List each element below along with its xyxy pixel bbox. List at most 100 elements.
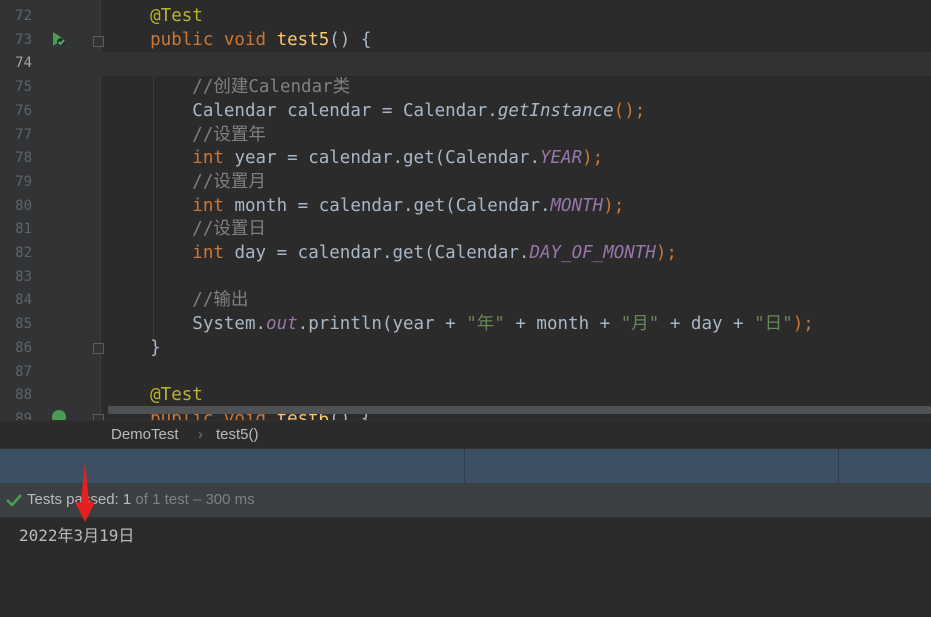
code-token: MONTH xyxy=(550,195,604,216)
code-token: ); xyxy=(792,314,814,335)
code-token: () { xyxy=(329,29,372,50)
code-line[interactable]: 80 int month = calendar.get(Calendar.MON… xyxy=(0,195,931,219)
code-token: System. xyxy=(108,314,267,335)
code-token: int xyxy=(108,148,235,169)
code-text: System.out.println(year + "年" + month + … xyxy=(108,313,814,337)
line-number: 82 xyxy=(15,245,32,261)
code-token: int xyxy=(108,243,235,263)
code-token: out xyxy=(266,314,298,335)
code-token: Calendar calendar = Calendar. xyxy=(108,100,498,121)
horizontal-scrollbar[interactable] xyxy=(108,406,931,414)
code-token: //输出 xyxy=(108,290,249,311)
console-output-text: 2022年3月19日 xyxy=(19,526,135,545)
code-token: + day + xyxy=(659,314,755,335)
line-number: 74 xyxy=(15,55,32,72)
line-number: 86 xyxy=(15,339,32,356)
code-text: public void test5() { xyxy=(108,29,371,53)
code-token: "年" xyxy=(466,314,505,335)
code-token: } xyxy=(108,337,161,358)
line-number: 78 xyxy=(15,150,32,167)
code-token: test5 xyxy=(276,29,330,50)
line-number: 80 xyxy=(15,197,32,214)
code-text: int day = calendar.get(Calendar.DAY_OF_M… xyxy=(108,242,677,266)
code-line[interactable]: 72 @Test xyxy=(0,5,931,29)
code-line[interactable]: 82 int day = calendar.get(Calendar.DAY_O… xyxy=(0,242,931,266)
code-token: ); xyxy=(603,195,625,216)
annotation-arrow-icon xyxy=(75,462,95,522)
run-test-icon-next[interactable] xyxy=(50,408,68,420)
code-token: YEAR xyxy=(539,148,583,169)
code-token: int xyxy=(108,195,235,216)
code-line[interactable]: 85 System.out.println(year + "年" + month… xyxy=(0,313,931,337)
code-text: int year = calendar.get(Calendar.YEAR); xyxy=(108,147,603,171)
run-test-icon[interactable] xyxy=(50,30,68,48)
code-token: public void xyxy=(108,29,277,50)
line-number: 88 xyxy=(15,387,32,404)
code-text: //设置月 xyxy=(108,171,266,195)
code-line[interactable]: 84 //输出 xyxy=(0,289,931,313)
run-toolbar xyxy=(0,448,931,483)
code-token: DAY_OF_MONTH xyxy=(529,243,656,263)
status-detail: of 1 test – 300 ms xyxy=(131,491,255,508)
code-text: @Test xyxy=(108,5,203,29)
fold-marker-open[interactable] xyxy=(93,36,104,47)
code-token: //设置年 xyxy=(108,124,266,145)
code-token: ); xyxy=(582,148,604,169)
code-text: } xyxy=(108,337,161,361)
code-line[interactable]: 81 //设置日 xyxy=(0,218,931,242)
line-number: 85 xyxy=(15,316,32,333)
line-number: 89 xyxy=(15,410,32,420)
code-token: @Test xyxy=(108,6,203,26)
code-line[interactable]: 74 xyxy=(0,52,931,77)
code-token: (); xyxy=(613,100,646,121)
code-line[interactable]: 73 public void test5() { xyxy=(0,29,931,53)
breadcrumb-method[interactable]: test5() xyxy=(216,426,259,443)
line-number: 72 xyxy=(15,8,32,24)
code-text: //输出 xyxy=(108,289,248,313)
line-number: 81 xyxy=(15,221,32,238)
code-token: .println(year + xyxy=(297,314,467,335)
code-text: //设置年 xyxy=(108,124,266,148)
code-token: day = calendar.get(Calendar. xyxy=(234,243,530,263)
code-token: //设置日 xyxy=(108,219,266,240)
code-token: //设置月 xyxy=(108,171,266,192)
code-line[interactable]: 88 @Test xyxy=(0,384,931,408)
line-number: 73 xyxy=(15,31,32,48)
code-line[interactable]: 75 //创建Calendar类 xyxy=(0,76,931,100)
code-token: "日" xyxy=(754,314,793,335)
status-passed-count: 1 xyxy=(122,491,132,508)
code-token: getInstance xyxy=(497,100,614,121)
code-line[interactable]: 86 } xyxy=(0,337,931,361)
line-number: 84 xyxy=(15,292,32,309)
breadcrumb: DemoTest › test5() xyxy=(0,420,931,449)
test-status-label: Tests passed: 1 of 1 test – 300 ms xyxy=(27,491,255,508)
line-number: 76 xyxy=(15,102,32,119)
fold-marker-close[interactable] xyxy=(93,343,104,354)
breadcrumb-class[interactable]: DemoTest xyxy=(111,426,179,443)
code-token: month = calendar.get(Calendar. xyxy=(234,195,551,216)
console-output[interactable]: 2022年3月19日 xyxy=(0,518,931,617)
code-editor[interactable]: 72 @Test 73 public void test5() {74 75 //创… xyxy=(0,0,931,420)
code-line[interactable]: 77 //设置年 xyxy=(0,124,931,148)
code-line[interactable]: 87 xyxy=(0,361,931,385)
code-line[interactable]: 83 xyxy=(0,266,931,290)
code-text: Calendar calendar = Calendar.getInstance… xyxy=(108,100,645,124)
line-number: 83 xyxy=(15,268,32,285)
code-line[interactable]: 79 //设置月 xyxy=(0,171,931,195)
code-line[interactable]: 78 int year = calendar.get(Calendar.YEAR… xyxy=(0,147,931,171)
toolbar-divider xyxy=(838,449,839,483)
line-number: 79 xyxy=(15,173,32,190)
toolbar-divider xyxy=(464,449,465,483)
code-text: @Test xyxy=(108,384,203,408)
breadcrumb-separator: › xyxy=(198,426,203,443)
line-number: 77 xyxy=(15,126,32,143)
check-icon xyxy=(6,494,22,507)
code-token: @Test xyxy=(108,385,203,406)
code-token: ); xyxy=(655,243,677,263)
line-number: 87 xyxy=(15,363,32,380)
code-line[interactable]: 76 Calendar calendar = Calendar.getInsta… xyxy=(0,100,931,124)
code-token: + month + xyxy=(504,314,621,335)
code-text: int month = calendar.get(Calendar.MONTH)… xyxy=(108,195,624,219)
code-token: "月" xyxy=(620,314,660,335)
code-text: //创建Calendar类 xyxy=(108,76,350,100)
